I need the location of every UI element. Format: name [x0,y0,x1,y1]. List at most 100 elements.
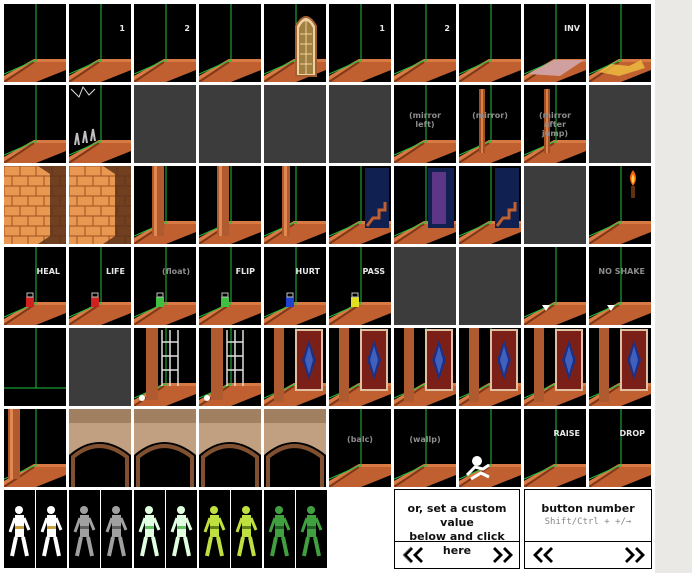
tile-spikes[interactable] [69,85,131,163]
tile-pillar-thin[interactable] [264,166,326,244]
tile-arch[interactable] [199,409,261,487]
guard-sprite[interactable] [134,490,165,568]
tile-arch[interactable] [134,409,196,487]
tile-mirror[interactable]: (mirror) [459,85,521,163]
guard-figure-icon [268,506,291,557]
tile-floor[interactable] [4,4,66,82]
tile-floor-dim[interactable]: (wallp) [394,409,456,487]
tile-corner[interactable] [4,328,66,406]
tile-graphic [459,328,521,406]
tile-floor[interactable]: DROP [589,409,651,487]
guard-sprite[interactable] [264,490,295,568]
tile-gray[interactable] [134,85,196,163]
tile-tapestry[interactable] [394,166,456,244]
tile-potion-dim[interactable]: (float) [134,247,196,325]
tile-gate2[interactable] [199,328,261,406]
tile-potion[interactable]: PASS [329,247,391,325]
decrement-arrow-icon[interactable] [531,545,561,565]
tile-label: LIFE [105,267,125,276]
tile-label: 2 [444,24,450,33]
tile-floor[interactable] [4,85,66,163]
guard-sprite[interactable] [4,490,35,568]
tile-gray[interactable] [589,85,651,163]
tile-floor[interactable]: 1 [69,4,131,82]
tile-potion[interactable]: LIFE [69,247,131,325]
guard-sprite[interactable] [296,490,327,568]
tile-floor[interactable]: 2 [394,4,456,82]
tile-torch[interactable] [589,166,651,244]
tile-floor-dim[interactable]: (mirror left) [394,85,456,163]
guard-sprite[interactable] [166,490,197,568]
tile-gray[interactable] [329,85,391,163]
guard-sprite[interactable] [101,490,132,568]
previous-arrow-icon[interactable] [401,545,431,565]
tile-graphic [459,4,521,82]
tile-pillar-left[interactable] [4,409,66,487]
tile-graphic [199,328,261,406]
tile-floor[interactable] [459,4,521,82]
tile-stairs[interactable] [329,166,391,244]
tile-label: 1 [119,24,125,33]
tile-floor[interactable] [199,4,261,82]
custom-value-panel[interactable]: or, set a custom value below and click h… [394,489,520,569]
tile-graphic [394,4,456,82]
tile-floor[interactable]: 1 [329,4,391,82]
guard-figure-icon [138,506,161,557]
tile-door[interactable] [264,328,326,406]
next-arrow-icon[interactable] [485,545,515,565]
tile-gray[interactable] [69,328,131,406]
tile-graphic [4,166,66,244]
tile-label: 1 [379,24,385,33]
tile-door[interactable] [589,328,651,406]
guard-sprite[interactable] [36,490,67,568]
panel-separator [395,541,519,542]
guard-figure-icon [73,506,96,557]
tile-door[interactable] [524,328,586,406]
tile-brick[interactable] [4,166,66,244]
tile-graphic [69,4,131,82]
tile-door[interactable] [459,328,521,406]
tile-potion[interactable]: HEAL [4,247,66,325]
tile-gray[interactable] [524,166,586,244]
tile-mirror[interactable]: (mirror after jump) [524,85,586,163]
tile-floor[interactable]: RAISE [524,409,586,487]
tile-window[interactable] [264,4,326,82]
tile-potion[interactable]: FLIP [199,247,261,325]
guard-sprite[interactable] [199,490,230,568]
tile-floor[interactable]: 2 [134,4,196,82]
tile-label: (mirror left) [408,111,442,129]
tile-floor-dim[interactable]: (balc) [329,409,391,487]
tile-graphic [589,166,651,244]
tile-gray[interactable] [264,85,326,163]
tile-arch[interactable] [69,409,131,487]
tile-label: (balc) [347,435,373,444]
tile-floor-debris[interactable] [589,4,651,82]
tile-pillar[interactable] [134,166,196,244]
guard-sprite[interactable] [231,490,262,568]
tile-label: INV [564,24,580,33]
tile-gray[interactable] [199,85,261,163]
tile-floor-arrow[interactable] [524,247,586,325]
tile-floor-pink[interactable]: INV [524,4,586,82]
increment-arrow-icon[interactable] [617,545,647,565]
tile-arch[interactable] [264,409,326,487]
tile-graphic [589,247,651,325]
tile-pillar-dotted[interactable] [199,166,261,244]
button-number-panel[interactable]: button number Shift/Ctrl + +/→ [524,489,652,569]
tile-door[interactable] [394,328,456,406]
tile-graphic [524,4,586,82]
guard-sprite[interactable] [69,490,100,568]
tile-graphic [524,409,586,487]
tile-stairs2[interactable] [459,166,521,244]
tile-gate[interactable] [134,328,196,406]
tile-graphic [329,409,391,487]
tile-door[interactable] [329,328,391,406]
tile-skeleton[interactable] [459,409,521,487]
tile-gray[interactable] [459,247,521,325]
tile-potion[interactable]: HURT [264,247,326,325]
custom-value-line1: or, set a custom value [407,502,507,529]
tile-graphic [4,409,66,487]
tile-brick2[interactable] [69,166,131,244]
tile-floor-arrow-dim[interactable]: NO SHAKE [589,247,651,325]
tile-gray[interactable] [394,247,456,325]
